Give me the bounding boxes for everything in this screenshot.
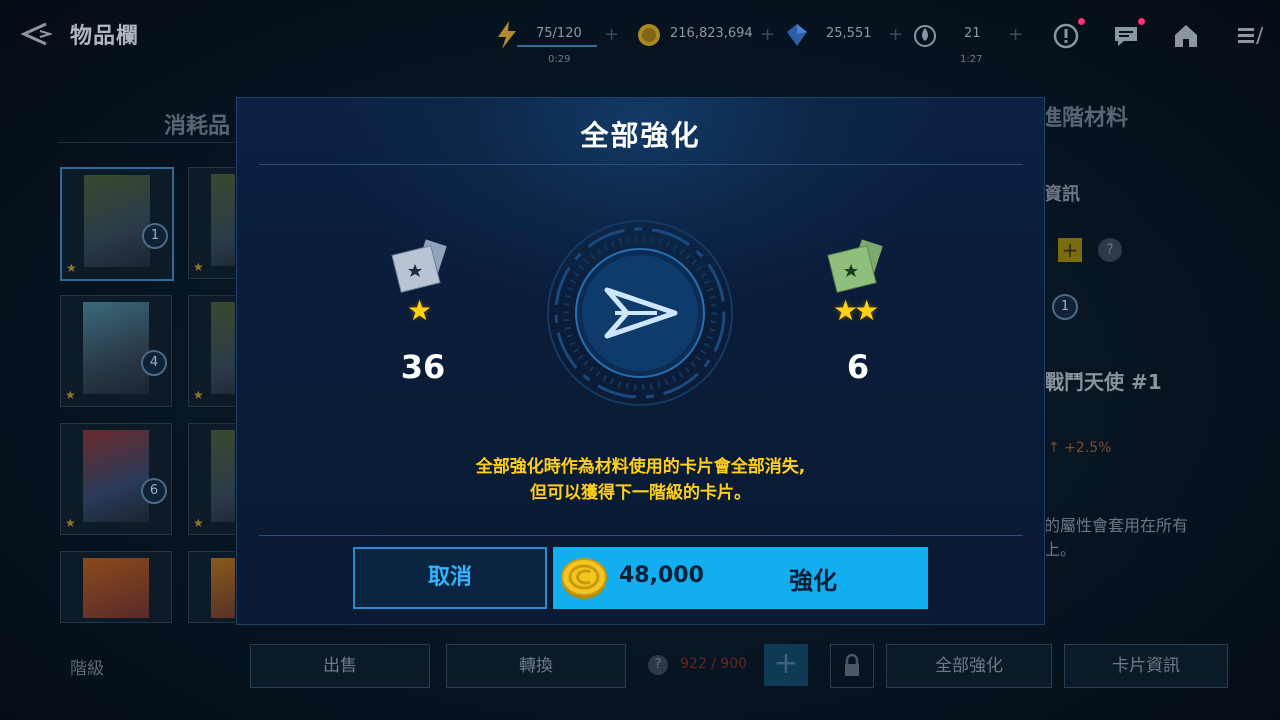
enhance-cost: 48,000 (619, 563, 704, 588)
card-level: 1 (142, 223, 168, 249)
inventory-card[interactable]: 4 ★ (60, 295, 172, 407)
alert-icon[interactable] (1052, 22, 1080, 50)
inventory-count: 922 / 900 (680, 656, 748, 672)
gold-value: 216,823,694 (670, 26, 753, 41)
card-art (83, 302, 149, 394)
star-icon: ★ (193, 516, 204, 530)
lock-icon (845, 653, 859, 676)
lock-button[interactable] (830, 644, 874, 688)
star-icon: ★ (66, 261, 77, 275)
help-icon[interactable]: ? (1098, 238, 1122, 262)
sell-button[interactable]: 出售 (250, 644, 430, 688)
star-icon: ★ (193, 260, 204, 274)
card-art (83, 430, 149, 522)
gold-coin-icon (561, 558, 607, 599)
tab-consumables[interactable]: 消耗品 (58, 100, 248, 143)
card-level: 1 (1052, 294, 1078, 320)
plus-icon: + (1008, 24, 1024, 45)
alert-badge (1078, 18, 1085, 25)
description-line-1: 的屬性會套用在所有 (1044, 516, 1189, 535)
convert-button[interactable]: 轉換 (446, 644, 626, 688)
expand-inventory-button[interactable]: + (764, 644, 808, 686)
star-icon: ★ (65, 388, 76, 402)
crystal-icon (787, 24, 807, 46)
gold-resource: 216,823,694 (636, 20, 766, 60)
energy-timer: 0:29 (548, 54, 571, 65)
enhance-all-dialog: 全部強化 ★ 36 ★★ 6 全部強化時作為材料使用的卡片會全部消失, 但可以獲… (236, 97, 1045, 625)
gold-coin-icon (638, 24, 660, 46)
card-level: 4 (141, 350, 167, 376)
stat-bonus: ↑ +2.5% (1048, 440, 1112, 456)
energy-value: 75/120 (536, 26, 582, 41)
divider (259, 535, 1023, 536)
star-icon: ★ (65, 516, 76, 530)
grade-filter[interactable]: 階級 (70, 654, 104, 679)
to-star-rating: ★★ (833, 294, 879, 327)
crystal-value: 25,551 (826, 26, 872, 41)
inventory-card[interactable]: 1 ★ (60, 167, 174, 281)
card-info-button[interactable]: 卡片資訊 (1064, 644, 1228, 688)
energy-plus-button[interactable]: + (604, 20, 624, 60)
warning-line-2: 但可以獲得下一階級的卡片。 (530, 483, 751, 503)
description-line-2: 上。 (1044, 540, 1077, 559)
menu-icon[interactable] (1236, 22, 1264, 50)
plus-icon: + (604, 24, 620, 45)
help-icon[interactable]: ? (648, 655, 668, 675)
stamina-plus-button[interactable]: + (1008, 20, 1028, 60)
page-title: 物品欄 (70, 24, 140, 49)
card-art (84, 175, 150, 267)
enhance-all-button[interactable]: 全部強化 (886, 644, 1052, 688)
cancel-button[interactable]: 取消 (353, 547, 547, 609)
stamina-value: 21 (964, 26, 981, 41)
tab-advance-materials[interactable]: 進階材料 (1040, 100, 1128, 132)
gold-plus-button[interactable]: + (760, 20, 780, 60)
tab-label: 消耗品 (164, 114, 231, 139)
from-star-rating: ★ (407, 294, 432, 327)
crystal-resource: 25,551 (784, 20, 894, 60)
inventory-card[interactable] (60, 551, 172, 623)
stamina-flame-icon (914, 25, 936, 47)
from-quantity: 36 (400, 348, 446, 386)
energy-resource: 75/120 0:29 (494, 20, 614, 65)
plus-icon: + (888, 24, 904, 45)
back-arrow-icon[interactable] (16, 18, 52, 50)
inventory-card[interactable]: 6 ★ (60, 423, 172, 535)
add-icon[interactable]: + (1058, 238, 1082, 262)
top-bar: 物品欄 75/120 0:29 + 216,823,694 + 25,551 +… (0, 0, 1280, 72)
warning-line-1: 全部強化時作為材料使用的卡片會全部消失, (475, 457, 806, 477)
energy-bar (517, 45, 597, 47)
card-stack-icon (391, 239, 447, 293)
chat-icon[interactable] (1112, 22, 1140, 50)
card-art (83, 558, 149, 618)
to-quantity: 6 (846, 348, 870, 386)
arrow-right-icon (547, 220, 733, 406)
home-icon[interactable] (1172, 22, 1200, 50)
info-title: 資訊 (1044, 184, 1080, 205)
dialog-title: 全部強化 (580, 119, 701, 152)
plus-icon: + (760, 24, 776, 45)
crystal-plus-button[interactable]: + (888, 20, 908, 60)
card-stack-icon (827, 239, 883, 293)
card-name: 戰鬥天使 #1 (1044, 370, 1162, 394)
chat-badge (1138, 18, 1145, 25)
warning-text: 全部強化時作為材料使用的卡片會全部消失, 但可以獲得下一階級的卡片。 (237, 454, 1044, 506)
divider (259, 164, 1023, 165)
stamina-timer: 1:27 (960, 54, 983, 65)
stamina-resource: 21 1:27 (912, 20, 1012, 65)
card-level: 6 (141, 478, 167, 504)
enhance-button[interactable]: 48,000 強化 (553, 547, 928, 609)
star-icon: ★ (193, 388, 204, 402)
enhance-label: 強化 (789, 567, 837, 595)
side-card-preview: 1 (1044, 290, 1080, 326)
